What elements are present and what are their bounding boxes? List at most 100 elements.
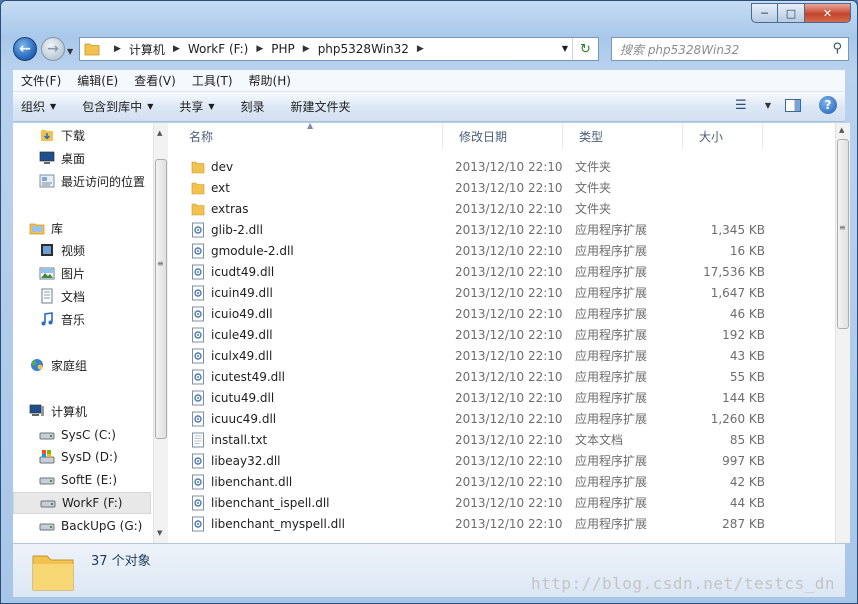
search-box[interactable]: 搜索 php5328Win32 ⚲ (611, 37, 849, 61)
file-row[interactable]: gmodule-2.dll 2013/12/10 22:10 应用程序扩展 16 KB (173, 240, 833, 261)
file-row[interactable]: icuin49.dll 2013/12/10 22:10 应用程序扩展 1,647 K… (173, 282, 833, 303)
breadcrumb-computer[interactable]: 计算机 (129, 41, 165, 58)
file-name-cell[interactable]: icuin49.dll (173, 285, 449, 301)
burn-button[interactable]: 刻录 (233, 98, 273, 115)
address-bar[interactable]: ▶ 计算机 ▶ WorkF (F:) ▶ PHP ▶ php5328Win32 … (79, 37, 599, 61)
breadcrumb-separator-icon[interactable]: ▶ (173, 44, 180, 54)
new-folder-label: 新建文件夹 (290, 100, 351, 114)
file-name-cell[interactable]: icuio49.dll (173, 306, 449, 322)
file-name-cell[interactable]: icuuc49.dll (173, 411, 449, 427)
file-name-cell[interactable]: glib-2.dll (173, 222, 449, 238)
file-row[interactable]: libenchant_myspell.dll 2013/12/10 22:10 应用… (173, 513, 833, 534)
back-button[interactable]: ← (13, 37, 37, 61)
file-row[interactable]: ext 2013/12/10 22:10 文件夹 (173, 177, 833, 198)
breadcrumb-php[interactable]: PHP (271, 42, 295, 56)
menu-view[interactable]: 查看(V) (126, 72, 184, 89)
file-name-cell[interactable]: libenchant_ispell.dll (173, 495, 449, 511)
sidebar-item-downloads[interactable]: 下载 (39, 124, 85, 146)
file-row[interactable]: extras 2013/12/10 22:10 文件夹 (173, 198, 833, 219)
address-dropdown-icon[interactable]: ▼ (562, 44, 568, 53)
share-button[interactable]: 共享 ▼ (171, 98, 222, 115)
minimize-button[interactable]: ─ (751, 3, 778, 23)
file-name-cell[interactable]: libenchant_myspell.dll (173, 516, 449, 532)
sidebar-item-libraries[interactable]: 库 (29, 217, 63, 239)
file-name-cell[interactable]: dev (173, 159, 449, 175)
breadcrumb-separator-icon[interactable]: ▶ (256, 44, 263, 54)
scroll-up-icon[interactable]: ▲ (839, 126, 844, 134)
include-in-library-button[interactable]: 包含到库中 ▼ (74, 98, 161, 115)
breadcrumb-separator-icon[interactable]: ▶ (114, 44, 121, 54)
file-name-cell[interactable]: icutest49.dll (173, 369, 449, 385)
file-row[interactable]: glib-2.dll 2013/12/10 22:10 应用程序扩展 1,345 KB (173, 219, 833, 240)
file-name-cell[interactable]: ext (173, 180, 449, 196)
file-row[interactable]: libeay32.dll 2013/12/10 22:10 应用程序扩展 997 KB (173, 450, 833, 471)
sidebar-item-music[interactable]: 音乐 (39, 308, 85, 330)
navigation-pane-scrollbar[interactable]: ▲ ≡ ▼ (153, 123, 168, 543)
forward-button[interactable]: → (41, 37, 65, 61)
column-header-size[interactable]: 大小 (683, 123, 763, 149)
file-row[interactable]: icutest49.dll 2013/12/10 22:10 应用程序扩展 55 KB (173, 366, 833, 387)
file-name-cell[interactable]: libeay32.dll (173, 453, 449, 469)
refresh-button[interactable]: ↻ (572, 38, 598, 60)
search-input[interactable]: 搜索 php5328Win32 (620, 41, 739, 58)
sidebar-item-drive-d[interactable]: SysD (D:) (39, 446, 118, 468)
recent-pages-dropdown-icon[interactable]: ▼ (67, 47, 73, 56)
column-header-name[interactable]: 名称 (173, 123, 443, 149)
scrollbar-thumb[interactable] (837, 139, 849, 329)
file-name-cell[interactable]: extras (173, 201, 449, 217)
scrollbar-thumb[interactable] (155, 159, 167, 439)
breadcrumb-separator-icon[interactable]: ▶ (303, 44, 310, 54)
file-row[interactable]: iculx49.dll 2013/12/10 22:10 应用程序扩展 43 KB (173, 345, 833, 366)
breadcrumb-separator-icon[interactable]: ▶ (417, 44, 424, 54)
sidebar-item-drive-g[interactable]: BackUpG (G:) (39, 515, 142, 537)
sidebar-item-recent-places[interactable]: 最近访问的位置 (39, 170, 145, 192)
search-icon[interactable]: ⚲ (832, 41, 842, 56)
preview-pane-icon[interactable] (785, 98, 801, 112)
file-row[interactable]: dev 2013/12/10 22:10 文件夹 (173, 156, 833, 177)
sidebar-item-documents[interactable]: 文档 (39, 285, 85, 307)
breadcrumb-drive[interactable]: WorkF (F:) (188, 42, 248, 56)
close-button[interactable]: ✕ (805, 3, 851, 23)
file-name-cell[interactable]: icudt49.dll (173, 264, 449, 280)
sidebar-item-drive-c[interactable]: SysC (C:) (39, 424, 116, 446)
folder-icon (191, 203, 205, 215)
menu-tools[interactable]: 工具(T) (184, 72, 241, 89)
sidebar-item-drive-f[interactable]: WorkF (F:) (13, 492, 151, 514)
column-header-date[interactable]: 修改日期 (443, 123, 563, 149)
file-row[interactable]: icule49.dll 2013/12/10 22:10 应用程序扩展 192 KB (173, 324, 833, 345)
file-row[interactable]: libenchant_ispell.dll 2013/12/10 22:10 应用程… (173, 492, 833, 513)
file-name-cell[interactable]: icule49.dll (173, 327, 449, 343)
sidebar-item-drive-e[interactable]: SoftE (E:) (39, 469, 117, 491)
scroll-down-icon[interactable]: ▼ (157, 529, 162, 537)
menu-help[interactable]: 帮助(H) (241, 72, 299, 89)
breadcrumb-current[interactable]: php5328Win32 (318, 42, 409, 56)
file-name-cell[interactable]: libenchant.dll (173, 474, 449, 490)
new-folder-button[interactable]: 新建文件夹 (283, 98, 359, 115)
sidebar-item-desktop[interactable]: 桌面 (39, 147, 85, 169)
file-row[interactable]: icudt49.dll 2013/12/10 22:10 应用程序扩展 17,536 … (173, 261, 833, 282)
file-row[interactable]: icutu49.dll 2013/12/10 22:10 应用程序扩展 144 KB (173, 387, 833, 408)
arrow-left-icon: ← (19, 41, 31, 57)
file-row[interactable]: install.txt 2013/12/10 22:10 文本文档 85 KB (173, 429, 833, 450)
sidebar-item-videos[interactable]: 视频 (39, 239, 85, 261)
scroll-up-icon[interactable]: ▲ (157, 129, 162, 137)
menu-edit[interactable]: 编辑(E) (69, 72, 126, 89)
file-name-cell[interactable]: iculx49.dll (173, 348, 449, 364)
file-name-cell[interactable]: gmodule-2.dll (173, 243, 449, 259)
column-header-type[interactable]: 类型 (563, 123, 683, 149)
file-type: 文本文档 (575, 433, 624, 447)
file-row[interactable]: libenchant.dll 2013/12/10 22:10 应用程序扩展 42 K… (173, 471, 833, 492)
sidebar-item-computer[interactable]: 计算机 (29, 400, 87, 422)
file-row[interactable]: icuuc49.dll 2013/12/10 22:10 应用程序扩展 1,260 K… (173, 408, 833, 429)
file-name-cell[interactable]: icutu49.dll (173, 390, 449, 406)
file-row[interactable]: icuio49.dll 2013/12/10 22:10 应用程序扩展 46 KB (173, 303, 833, 324)
menu-file[interactable]: 文件(F) (13, 72, 69, 89)
maximize-button[interactable]: □ (778, 3, 805, 23)
file-name-cell[interactable]: install.txt (173, 432, 449, 448)
change-view-button[interactable]: ☰ ▼ (735, 98, 771, 113)
organize-button[interactable]: 组织 ▼ (13, 98, 64, 115)
sidebar-item-pictures[interactable]: 图片 (39, 262, 85, 284)
file-list-scrollbar[interactable]: ▲ ≡ (835, 123, 850, 543)
sidebar-item-homegroup[interactable]: 家庭组 (29, 354, 87, 376)
help-icon[interactable]: ? (819, 96, 837, 114)
